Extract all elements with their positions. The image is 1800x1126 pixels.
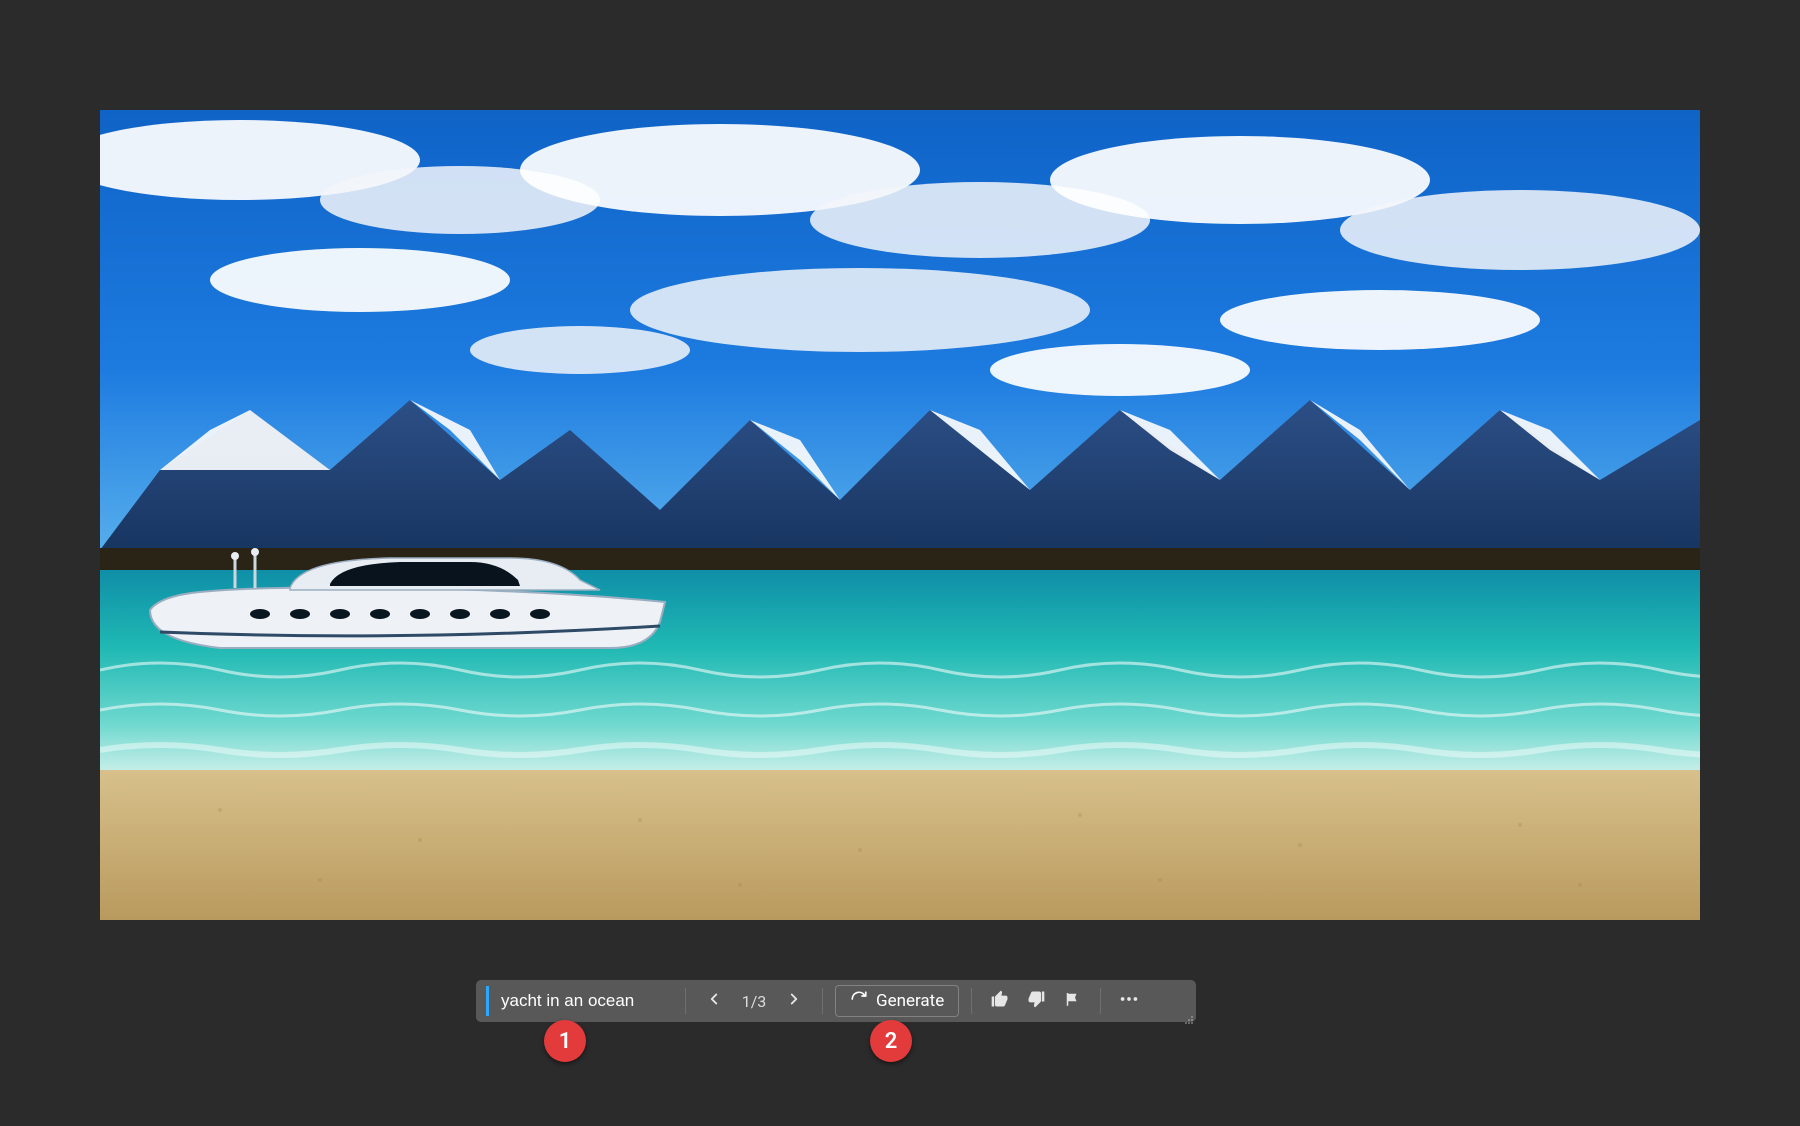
thumbs-up-button[interactable] — [984, 985, 1016, 1017]
generate-button[interactable]: Generate — [835, 985, 959, 1017]
annotation-badge-1: 1 — [544, 1020, 586, 1062]
thumbs-down-button[interactable] — [1020, 985, 1052, 1017]
next-variation-button[interactable] — [778, 985, 810, 1017]
separator — [971, 988, 972, 1014]
scene-illustration — [100, 110, 1700, 920]
generative-fill-toolbar: 1/3 Generate — [476, 980, 1196, 1022]
pagination-group: 1/3 — [698, 985, 810, 1017]
chevron-left-icon — [705, 990, 723, 1013]
separator — [685, 988, 686, 1014]
prompt-field-wrap — [486, 986, 673, 1016]
feedback-group — [984, 985, 1088, 1017]
generated-image-preview — [100, 110, 1700, 920]
chevron-right-icon — [785, 990, 803, 1013]
thumbs-down-icon — [1026, 989, 1046, 1014]
separator — [1100, 988, 1101, 1014]
more-options-button[interactable] — [1113, 985, 1145, 1017]
separator — [822, 988, 823, 1014]
prev-variation-button[interactable] — [698, 985, 730, 1017]
more-horizontal-icon — [1118, 988, 1140, 1015]
toolbar-resize-handle[interactable] — [1184, 1010, 1194, 1020]
refresh-icon — [850, 990, 868, 1013]
flag-button[interactable] — [1056, 985, 1088, 1017]
thumbs-up-icon — [990, 989, 1010, 1014]
annotation-badge-2: 2 — [870, 1020, 912, 1062]
flag-icon — [1063, 990, 1081, 1013]
variation-counter: 1/3 — [734, 992, 774, 1011]
prompt-input[interactable] — [499, 990, 673, 1012]
generate-button-label: Generate — [876, 991, 944, 1011]
